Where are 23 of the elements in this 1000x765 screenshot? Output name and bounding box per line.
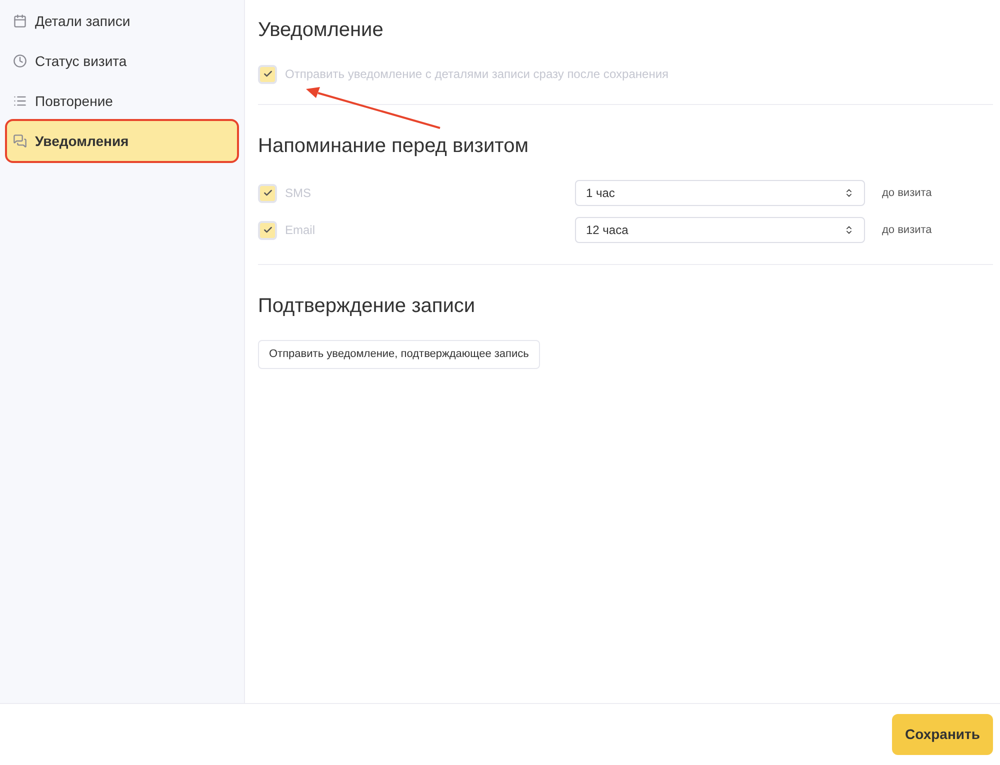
check-icon	[262, 188, 272, 198]
select-arrows-icon	[844, 225, 854, 235]
check-icon	[262, 225, 272, 235]
sidebar-item[interactable]: Уведомления	[7, 121, 237, 161]
suffix-text: до визита	[882, 222, 932, 238]
section-title: Уведомление	[258, 18, 384, 42]
sidebar-item[interactable]: Повторение	[7, 81, 237, 121]
suffix-text: до визита	[882, 186, 932, 201]
check-icon	[262, 69, 272, 79]
sidebar-item[interactable]: Статус визита	[7, 41, 237, 81]
calendar-icon	[13, 14, 27, 28]
section-title: Подтверждение записи	[258, 294, 476, 318]
clock-icon	[13, 54, 27, 68]
section-title: Напоминание перед визитом	[258, 134, 530, 158]
sidebar-item[interactable]: Детали записи	[7, 1, 237, 41]
list-icon	[13, 94, 27, 108]
checkbox-label: Отправить уведомление с деталями записи сразу после сохранения	[285, 66, 669, 83]
checkbox-label: Email	[285, 222, 316, 239]
checkbox-label: SMS	[285, 185, 312, 202]
confirmation-button[interactable]: Отправить уведомление, подтверждающее запись	[258, 340, 540, 369]
select-arrows-icon	[844, 188, 854, 198]
save-button[interactable]: Сохранить	[892, 714, 993, 755]
chat-bubbles-icon	[13, 134, 27, 148]
